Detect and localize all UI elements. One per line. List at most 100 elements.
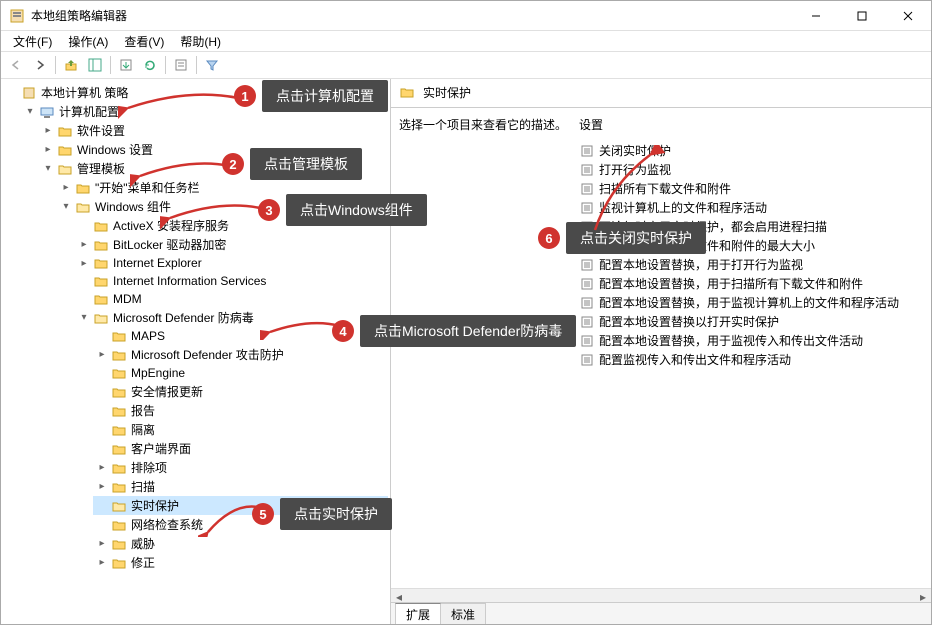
tree-item[interactable]: ActiveX 安装程序服务	[75, 216, 388, 235]
expander-icon[interactable]: ▸	[41, 124, 55, 138]
tree-label: Windows 组件	[95, 198, 171, 215]
main-area: 本地计算机 策略 ▾ 计算机配置 ▸软件设置 ▸Windows 设置	[1, 79, 931, 624]
app-icon	[9, 8, 25, 24]
detail-body: 选择一个项目来查看它的描述。 设置 关闭实时保护打开行为监视扫描所有下载文件和附…	[391, 108, 931, 602]
tab-standard[interactable]: 标准	[440, 603, 486, 624]
folder-icon	[111, 328, 127, 344]
scroll-right-icon[interactable]: ▸	[915, 589, 931, 603]
tree-item[interactable]: 隔离	[93, 420, 388, 439]
expander-icon[interactable]: ▸	[95, 537, 109, 551]
show-hide-tree-button[interactable]	[84, 54, 106, 76]
up-level-button[interactable]	[60, 54, 82, 76]
setting-item[interactable]: 配置本地设置替换，用于打开行为监视	[579, 255, 923, 274]
tree-root[interactable]: 本地计算机 策略	[3, 83, 388, 102]
setting-label: 配置监视传入和传出文件和程序活动	[599, 351, 791, 368]
expander-icon[interactable]	[95, 329, 109, 343]
setting-item[interactable]: 扫描所有下载文件和附件	[579, 179, 923, 198]
folder-icon	[111, 555, 127, 571]
expander-icon[interactable]: ▾	[41, 162, 55, 176]
expander-icon[interactable]	[95, 366, 109, 380]
nav-forward-button[interactable]	[29, 54, 51, 76]
refresh-button[interactable]	[139, 54, 161, 76]
tree-item[interactable]: MpEngine	[93, 364, 388, 382]
tree-item[interactable]: ▸修正	[93, 553, 388, 572]
tree-item[interactable]: MDM	[75, 290, 388, 308]
folder-icon	[57, 123, 73, 139]
tree-item[interactable]: ▸BitLocker 驱动器加密	[75, 235, 388, 254]
maximize-button[interactable]	[839, 1, 885, 31]
tree-software-settings[interactable]: ▸软件设置	[39, 121, 388, 140]
properties-button[interactable]	[170, 54, 192, 76]
tree-windows-settings[interactable]: ▸Windows 设置	[39, 140, 388, 159]
tab-extended[interactable]: 扩展	[395, 603, 441, 624]
tree-item[interactable]: 实时保护	[93, 496, 388, 515]
close-button[interactable]	[885, 1, 931, 31]
tree-start-menu[interactable]: ▸"开始"菜单和任务栏	[57, 178, 388, 197]
tree-item[interactable]: MAPS	[93, 327, 388, 345]
tree-item[interactable]: ▸Microsoft Defender 攻击防护	[93, 345, 388, 364]
folder-icon	[111, 536, 127, 552]
horizontal-scrollbar[interactable]: ◂▸	[391, 588, 931, 602]
setting-item[interactable]: 配置本地设置替换，用于监视传入和传出文件活动	[579, 331, 923, 350]
tree-item[interactable]: ▸威胁	[93, 534, 388, 553]
scroll-left-icon[interactable]: ◂	[391, 589, 407, 603]
tree-item[interactable]: Internet Information Services	[75, 272, 388, 290]
minimize-button[interactable]	[793, 1, 839, 31]
setting-item[interactable]: 配置本地设置替换，用于扫描所有下载文件和附件	[579, 274, 923, 293]
expander-icon[interactable]: ▾	[77, 311, 91, 325]
tree-defender[interactable]: ▾Microsoft Defender 防病毒	[75, 308, 388, 327]
expander-icon[interactable]	[95, 404, 109, 418]
expander-icon[interactable]: ▸	[95, 556, 109, 570]
expander-icon[interactable]	[95, 385, 109, 399]
export-button[interactable]	[115, 54, 137, 76]
expander-icon[interactable]: ▸	[41, 143, 55, 157]
expander-icon[interactable]	[5, 86, 19, 100]
tree-computer-config[interactable]: ▾ 计算机配置	[21, 102, 388, 121]
filter-button[interactable]	[201, 54, 223, 76]
tree-item[interactable]: ▸扫描	[93, 477, 388, 496]
tree-windows-components[interactable]: ▾ Windows 组件	[57, 197, 388, 216]
expander-icon[interactable]: ▾	[59, 200, 73, 214]
settings-column-header[interactable]: 设置	[579, 116, 923, 133]
setting-item[interactable]: 关闭实时保护	[579, 141, 923, 160]
expander-icon[interactable]	[95, 442, 109, 456]
setting-item[interactable]: 配置监视传入和传出文件和程序活动	[579, 350, 923, 369]
expander-icon[interactable]: ▸	[95, 348, 109, 362]
tree-item[interactable]: ▸排除项	[93, 458, 388, 477]
menu-action[interactable]: 操作(A)	[60, 31, 116, 52]
menu-view[interactable]: 查看(V)	[116, 31, 172, 52]
tree-item[interactable]: ▸Internet Explorer	[75, 254, 388, 272]
folder-open-icon	[57, 161, 73, 177]
tree-item[interactable]: 网络检查系统	[93, 515, 388, 534]
toolbar-separator	[196, 56, 197, 74]
expander-icon[interactable]	[95, 518, 109, 532]
setting-item[interactable]: 打开行为监视	[579, 160, 923, 179]
expander-icon[interactable]	[95, 499, 109, 513]
tree-admin-templates[interactable]: ▾管理模板	[39, 159, 388, 178]
nav-back-button[interactable]	[5, 54, 27, 76]
expander-icon[interactable]: ▾	[23, 105, 37, 119]
expander-icon[interactable]: ▸	[95, 480, 109, 494]
expander-icon[interactable]: ▸	[77, 256, 91, 270]
folder-icon	[111, 517, 127, 533]
setting-label: 扫描所有下载文件和附件	[599, 180, 731, 197]
expander-icon[interactable]: ▸	[59, 181, 73, 195]
setting-item[interactable]: 定义要扫描的下载文件和附件的最大大小	[579, 236, 923, 255]
setting-item[interactable]: 不论何时启用实时保护，都会启用进程扫描	[579, 217, 923, 236]
tree-item[interactable]: 客户端界面	[93, 439, 388, 458]
detail-tabs: 扩展 标准	[391, 602, 931, 624]
expander-icon[interactable]	[95, 423, 109, 437]
policy-setting-icon	[581, 354, 595, 366]
tree-pane[interactable]: 本地计算机 策略 ▾ 计算机配置 ▸软件设置 ▸Windows 设置	[1, 79, 391, 624]
tree-item[interactable]: 报告	[93, 401, 388, 420]
expander-icon[interactable]: ▸	[95, 461, 109, 475]
menu-file[interactable]: 文件(F)	[5, 31, 60, 52]
setting-item[interactable]: 配置本地设置替换，用于监视计算机上的文件和程序活动	[579, 293, 923, 312]
setting-item[interactable]: 监视计算机上的文件和程序活动	[579, 198, 923, 217]
tree-item[interactable]: 安全情报更新	[93, 382, 388, 401]
expander-icon[interactable]: ▸	[77, 238, 91, 252]
folder-icon	[93, 273, 109, 289]
setting-label: 配置本地设置替换，用于扫描所有下载文件和附件	[599, 275, 863, 292]
menu-help[interactable]: 帮助(H)	[172, 31, 229, 52]
setting-item[interactable]: 配置本地设置替换以打开实时保护	[579, 312, 923, 331]
